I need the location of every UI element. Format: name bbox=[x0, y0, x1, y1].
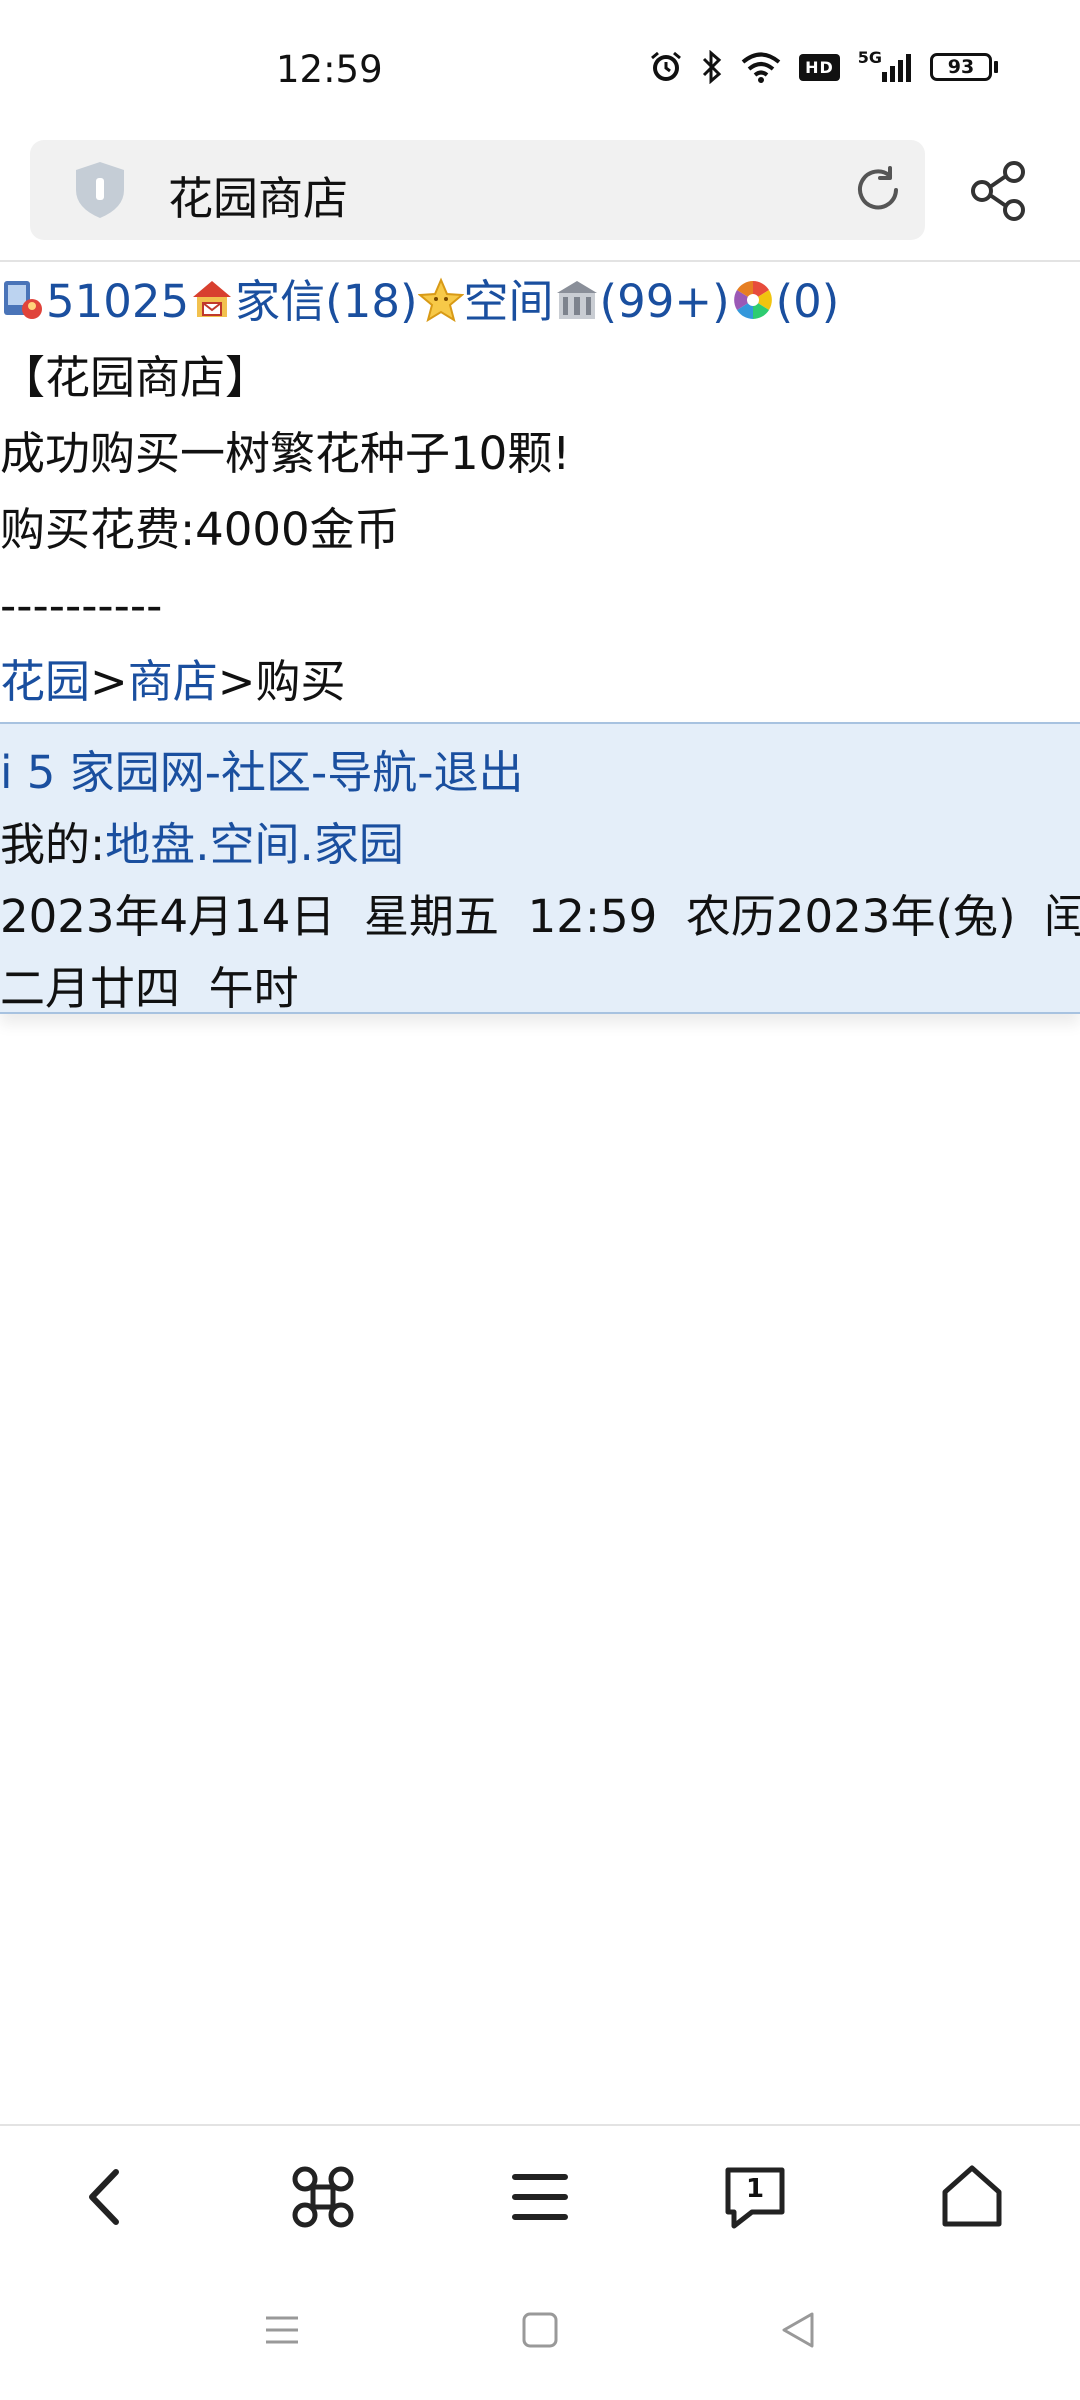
mail-link[interactable]: 家信(18) bbox=[235, 275, 417, 328]
home-nav-icon[interactable] bbox=[518, 2308, 562, 2352]
breadcrumb-sep: > bbox=[90, 655, 128, 708]
breadcrumb-sep: > bbox=[217, 655, 256, 708]
system-nav-bar bbox=[0, 2264, 1080, 2400]
battery-icon: 93 bbox=[930, 53, 998, 81]
page-title[interactable]: 花园商店 bbox=[168, 162, 348, 227]
status-icons: HD 5G 93 bbox=[649, 48, 998, 84]
share-icon[interactable] bbox=[968, 160, 1030, 222]
home-icon[interactable] bbox=[937, 2162, 1007, 2232]
site-link[interactable]: i 5 家园网 bbox=[0, 746, 205, 799]
recents-icon[interactable] bbox=[260, 2308, 304, 2352]
house-mail-icon bbox=[193, 281, 232, 317]
zero-link[interactable]: (0) bbox=[776, 275, 840, 328]
status-time: 12:59 bbox=[276, 48, 383, 91]
menu-icon[interactable] bbox=[505, 2162, 575, 2232]
star-icon bbox=[417, 277, 464, 323]
breadcrumb-shop[interactable]: 商店 bbox=[128, 655, 218, 708]
community-link[interactable]: 社区 bbox=[221, 746, 311, 799]
nav-link[interactable]: 导航 bbox=[327, 746, 417, 799]
reload-icon[interactable] bbox=[852, 164, 904, 216]
user-id-link[interactable]: 51025 bbox=[46, 275, 189, 328]
command-icon[interactable] bbox=[288, 2162, 358, 2232]
url-box[interactable]: 花园商店 bbox=[30, 140, 925, 240]
land-link[interactable]: 地盘 bbox=[105, 818, 195, 871]
count-link[interactable]: (99+) bbox=[600, 275, 730, 328]
address-bar: 花园商店 bbox=[0, 140, 1080, 262]
purchase-message: 成功购买一树繁花种子10颗! bbox=[0, 427, 571, 480]
space-link[interactable]: 空间 bbox=[464, 275, 554, 328]
logout-link[interactable]: 退出 bbox=[434, 746, 524, 799]
shield-icon[interactable] bbox=[72, 160, 128, 220]
footer-box: i 5 家园网-社区-导航-退出 我的:地盘.空间.家园 2023年4月14日 … bbox=[0, 722, 1080, 1015]
hd-icon: HD bbox=[799, 53, 840, 81]
wifi-icon bbox=[741, 51, 781, 83]
user-bar: 51025 家信(18) 空间 (99+) (0) bbox=[0, 264, 1080, 340]
phone-user-icon bbox=[4, 281, 42, 319]
shop-heading: 【花园商店】 bbox=[0, 351, 271, 404]
back-icon[interactable] bbox=[72, 2162, 142, 2232]
footer-mine: 我的:地盘.空间.家园 bbox=[0, 818, 404, 871]
breadcrumb-current: 购买 bbox=[255, 655, 346, 708]
signal-icon: 5G bbox=[858, 48, 912, 82]
space-link[interactable]: 空间 bbox=[210, 818, 300, 871]
breadcrumb: 花园>商店>购买 bbox=[0, 644, 1080, 720]
tabs-icon[interactable]: 1 bbox=[720, 2162, 790, 2232]
tab-count: 1 bbox=[746, 2174, 765, 2204]
alarm-icon bbox=[649, 50, 683, 84]
divider: ---------- bbox=[0, 579, 163, 632]
footer-nav: i 5 家园网-社区-导航-退出 bbox=[0, 746, 524, 799]
back-nav-icon[interactable] bbox=[776, 2308, 820, 2352]
mine-label: 我的: bbox=[0, 818, 106, 871]
colorwheel-icon bbox=[733, 281, 772, 319]
bluetooth-icon bbox=[701, 50, 723, 84]
purchase-cost: 购买花费:4000金币 bbox=[0, 503, 400, 556]
page-content: 51025 家信(18) 空间 (99+) (0) 【花园商店】 成功购买一树繁… bbox=[0, 264, 1080, 720]
date-line-1: 2023年4月14日 星期五 12:59 农历2023年(兔) 闰 bbox=[0, 890, 1080, 943]
home-link[interactable]: 家园 bbox=[314, 818, 404, 871]
browser-toolbar: 1 bbox=[0, 2124, 1080, 2264]
status-bar: 12:59 HD 5G 93 bbox=[0, 0, 1080, 140]
breadcrumb-garden[interactable]: 花园 bbox=[0, 655, 90, 708]
date-line-2: 二月廿四 午时 bbox=[0, 962, 299, 1015]
building-icon bbox=[556, 281, 597, 319]
